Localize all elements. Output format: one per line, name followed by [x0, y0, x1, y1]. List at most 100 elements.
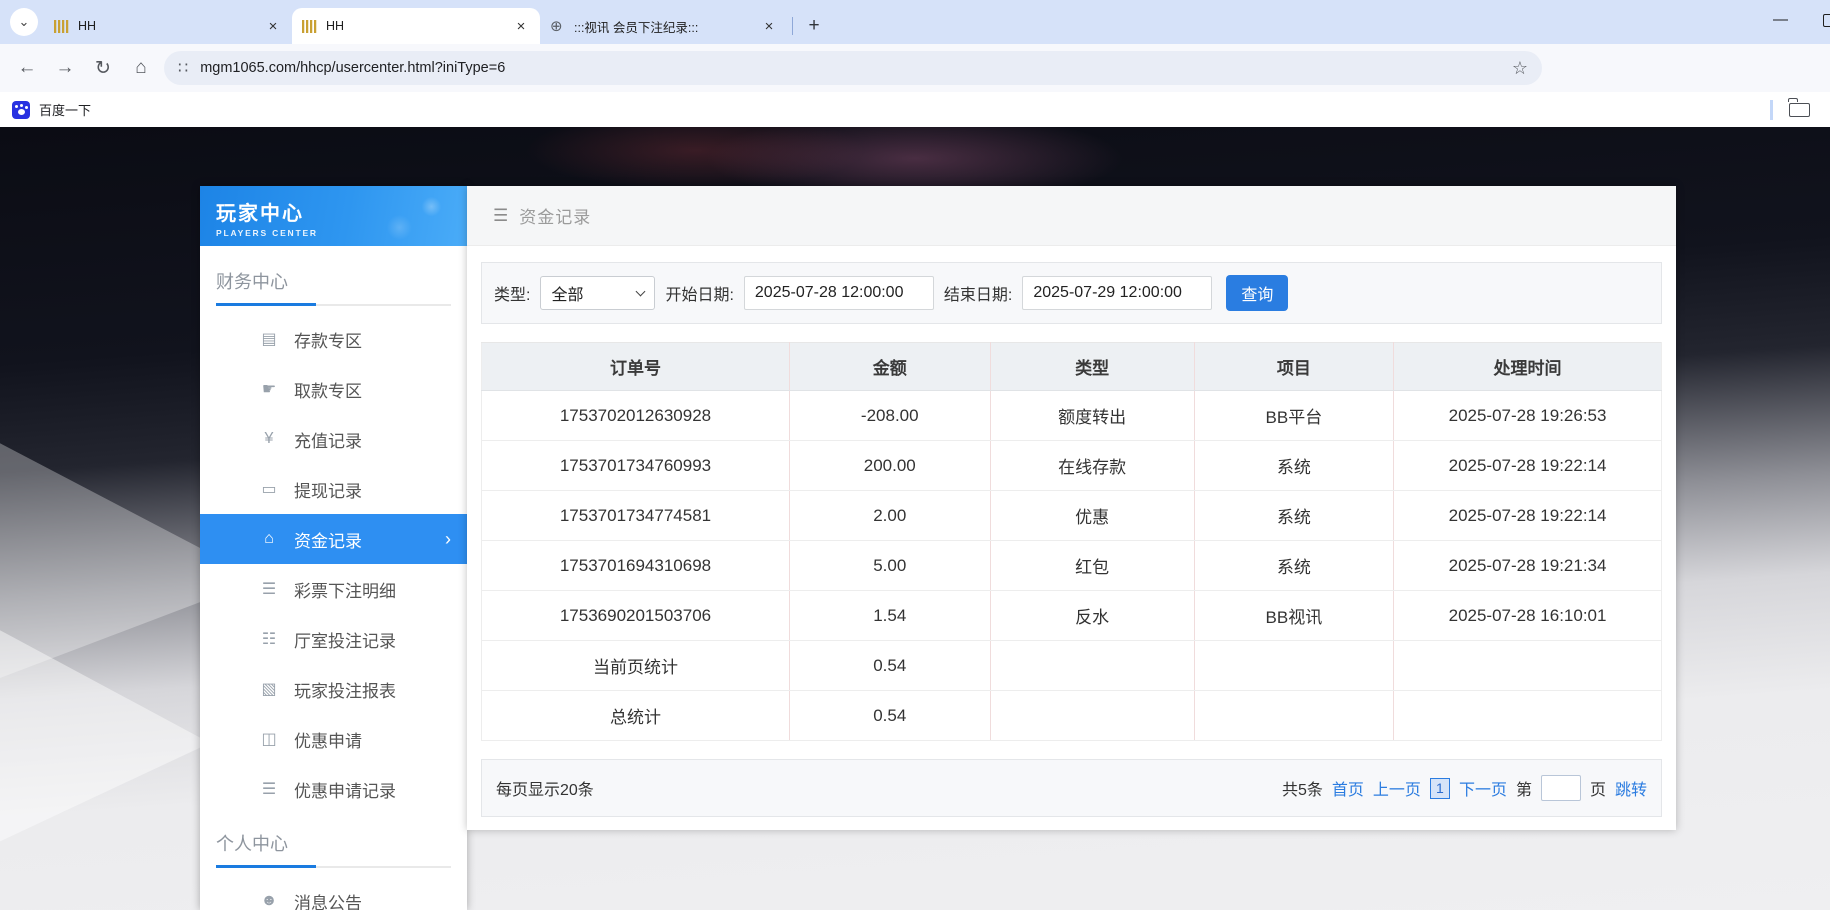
page-background: 玩家中心 PLAYERS CENTER 财务中心 ▤存款专区☛取款专区 ¥ 充值记录 ▭…: [0, 127, 1830, 910]
sidebar-item[interactable]: ☰优惠申请记录: [200, 764, 467, 814]
table-cell: 反水: [990, 591, 1194, 641]
tab-close-icon[interactable]: ×: [512, 18, 530, 35]
tab-strip: HH×HH×⊕:::视讯 会员下注纪录:::×+: [44, 0, 827, 44]
sidebar-item[interactable]: ¥ 充值记录: [200, 414, 467, 464]
site-info-icon[interactable]: ∷: [178, 58, 188, 78]
table-cell: 总统计: [482, 691, 790, 741]
jump-page-input[interactable]: [1541, 775, 1581, 801]
chevron-right-icon: ›: [445, 529, 451, 550]
bookmark-baidu[interactable]: 百度一下: [12, 100, 91, 119]
address-bar[interactable]: ∷ mgm1065.com/hhcp/usercenter.html?iniTy…: [164, 51, 1542, 85]
table-header-cell: 类型: [990, 343, 1194, 391]
sidebar-item-label: 彩票下注明细: [294, 577, 396, 602]
table-row: 17536902015037061.54反水BB视讯2025-07-28 16:…: [482, 591, 1662, 641]
table-cell: BB平台: [1194, 391, 1393, 441]
table-cell: 红包: [990, 541, 1194, 591]
main-content: ☰ 资金记录 类型: 全部 开始日期: 结束日期: 查询 订单号金额类型项目处理…: [467, 186, 1676, 830]
window-minimize-button[interactable]: —: [1773, 11, 1788, 28]
sidebar-item[interactable]: ☷厅室投注记录: [200, 614, 467, 664]
sidebar-item[interactable]: ☰彩票下注明细: [200, 564, 467, 614]
sidebar-item-label: 资金记录: [294, 527, 362, 552]
sidebar-item-label: 提现记录: [294, 477, 362, 502]
chevron-down-icon: ⌄: [19, 14, 30, 30]
sidebar-item[interactable]: ⌂ 资金记录 ›: [200, 514, 467, 564]
sidebar-item[interactable]: ▧玩家投注报表: [200, 664, 467, 714]
browser-tab-bar: ⌄ HH×HH×⊕:::视讯 会员下注纪录:::×+ —: [0, 0, 1830, 44]
table-cell: 5.00: [789, 541, 990, 591]
gold-logo-icon: [54, 20, 70, 33]
start-date-input[interactable]: [744, 276, 934, 310]
sidebar-section-label: 个人中心: [216, 830, 451, 856]
forward-icon[interactable]: →: [46, 57, 84, 79]
first-page-link[interactable]: 首页: [1332, 776, 1364, 800]
bookmark-star-icon[interactable]: ☆: [1512, 58, 1528, 79]
sidebar-header: 玩家中心 PLAYERS CENTER: [200, 186, 467, 246]
tab-title: :::视讯 会员下注纪录:::: [574, 17, 760, 36]
current-page-badge[interactable]: 1: [1430, 778, 1450, 799]
table-summary-row: 当前页统计0.54: [482, 641, 1662, 691]
table-cell: 1753702012630928: [482, 391, 790, 441]
type-label: 类型:: [494, 281, 530, 305]
table-cell: 2.00: [789, 491, 990, 541]
new-tab-button[interactable]: +: [801, 15, 827, 37]
sidebar-item-label: 充值记录: [294, 427, 362, 452]
sidebar-item[interactable]: ▭ 提现记录: [200, 464, 467, 514]
total-count-text: 共5条: [1282, 776, 1323, 800]
sidebar-item[interactable]: ☛取款专区: [200, 364, 467, 414]
sidebar-item[interactable]: ◫ 优惠申请: [200, 714, 467, 764]
table-cell: 2025-07-28 19:26:53: [1394, 391, 1662, 441]
table-cell: 额度转出: [990, 391, 1194, 441]
tab-close-icon[interactable]: ×: [760, 18, 778, 35]
funds-records-table: 订单号金额类型项目处理时间 1753702012630928-208.00额度转…: [481, 342, 1662, 741]
table-cell: -208.00: [789, 391, 990, 441]
all-bookmarks-folder-icon[interactable]: [1789, 103, 1810, 117]
reload-icon[interactable]: ↻: [84, 57, 122, 80]
jump-button[interactable]: 跳转: [1615, 776, 1647, 800]
table-cell: [1394, 691, 1662, 741]
table-cell: 1.54: [789, 591, 990, 641]
bookmark-bar-divider: [1770, 100, 1773, 120]
table-cell: 在线存款: [990, 441, 1194, 491]
home-icon[interactable]: ⌂: [122, 57, 160, 79]
table-row: 17537017347745812.00优惠系统2025-07-28 19:22…: [482, 491, 1662, 541]
table-row: 1753701734760993200.00在线存款系统2025-07-28 1…: [482, 441, 1662, 491]
browser-tab[interactable]: ⊕:::视讯 会员下注纪录:::×: [540, 8, 788, 44]
table-cell: 系统: [1194, 491, 1393, 541]
type-select[interactable]: 全部: [540, 276, 655, 310]
baidu-paw-icon: [12, 101, 30, 119]
back-icon[interactable]: ←: [8, 57, 46, 79]
table-header-cell: 金额: [789, 343, 990, 391]
next-page-link[interactable]: 下一页: [1459, 776, 1507, 800]
end-date-input[interactable]: [1022, 276, 1212, 310]
sidebar-item-label: 优惠申请: [294, 727, 362, 752]
tab-close-icon[interactable]: ×: [264, 18, 282, 35]
sidebar-subtitle: PLAYERS CENTER: [216, 228, 467, 238]
sidebar-item-label: 厅室投注记录: [294, 627, 396, 652]
sidebar-section-label: 财务中心: [216, 268, 451, 294]
search-button[interactable]: 查询: [1226, 275, 1288, 311]
cash-icon: ▭: [258, 479, 280, 499]
sidebar-item[interactable]: ☻消息公告: [200, 876, 467, 910]
globe-icon: ⊕: [550, 19, 566, 34]
table-cell: BB视讯: [1194, 591, 1393, 641]
prev-page-link[interactable]: 上一页: [1373, 776, 1421, 800]
coupon-records-icon: ☰: [258, 779, 280, 799]
browser-tab[interactable]: HH×: [292, 8, 540, 44]
browser-tab[interactable]: HH×: [44, 8, 292, 44]
money-bag-icon: ¥: [258, 430, 280, 448]
sidebar-item[interactable]: ▤存款专区: [200, 314, 467, 364]
table-cell: 1753701734760993: [482, 441, 790, 491]
funds-icon: ⌂: [258, 530, 280, 548]
table-cell: 系统: [1194, 441, 1393, 491]
table-cell: 2025-07-28 16:10:01: [1394, 591, 1662, 641]
coupon-icon: ◫: [258, 729, 280, 749]
table-cell: [990, 691, 1194, 741]
sidebar-item-label: 存款专区: [294, 327, 362, 352]
tab-search-button[interactable]: ⌄: [10, 8, 38, 36]
sidebar-nav: 财务中心▤存款专区☛取款专区¥充值记录▭提现记录⌂资金记录›☰彩票下注明细☷厅室…: [200, 246, 467, 910]
window-maximize-button[interactable]: [1823, 14, 1830, 27]
table-row: 1753702012630928-208.00额度转出BB平台2025-07-2…: [482, 391, 1662, 441]
table-cell: 2025-07-28 19:21:34: [1394, 541, 1662, 591]
gold-logo-icon: [302, 20, 318, 33]
hamburger-menu-icon[interactable]: ☰: [493, 206, 508, 226]
